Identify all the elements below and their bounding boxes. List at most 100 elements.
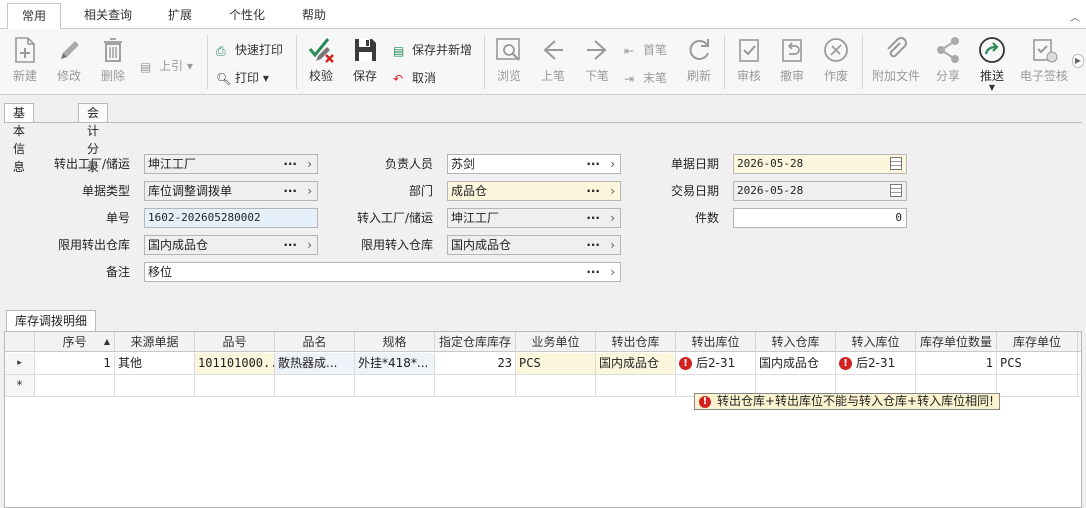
cell-source[interactable]: 其他 [115,353,195,374]
owner-field[interactable]: 苏剑 ··· › [447,154,621,174]
prev-ref-button[interactable]: ▤ 上引 ▾ [140,55,193,77]
void-button[interactable]: 作废 [817,29,855,95]
out-factory-label: 转出工厂/储运 [53,157,130,171]
chevron-right-icon[interactable]: › [610,236,615,254]
col-header-item-name[interactable]: 品名 [275,332,355,352]
cell-biz-unit[interactable]: PCS [516,353,596,374]
ribbon-scroll-right-icon[interactable]: ▶ [1072,54,1084,68]
col-header-spec[interactable]: 规格 [355,332,435,352]
tab-basic-info[interactable]: 基本信息 [4,103,35,174]
refresh-button[interactable]: 刷新 [680,29,718,95]
piece-count-field[interactable]: 0 [733,208,907,228]
attach-file-button[interactable]: 附加文件 [868,29,924,95]
new-cell[interactable] [115,375,195,396]
tab-extend[interactable]: 扩展 [155,3,205,29]
next-record-button[interactable]: 下笔 [578,29,616,95]
cell-item-no[interactable]: 101101000... [195,353,275,374]
limit-out-warehouse-field[interactable]: 国内成品仓 ··· › [144,235,318,255]
doc-date-field[interactable]: 2026-05-28 [733,154,907,174]
check-button[interactable]: 校验 [301,29,341,95]
first-record-button[interactable]: ⇤ 首笔 [624,39,667,61]
cancel-button[interactable]: ↶ 取消 [393,67,436,89]
e-sign-button[interactable]: 电子签核 [1016,29,1072,95]
more-icon[interactable]: ··· [586,236,600,254]
col-header-stock[interactable]: 指定仓库库存 [435,332,516,352]
chevron-right-icon[interactable]: › [610,263,615,281]
more-icon[interactable]: ··· [586,209,600,227]
browse-button[interactable]: 浏览 [490,29,528,95]
col-header-in-warehouse[interactable]: 转入仓库 [756,332,836,352]
cell-stock-unit[interactable]: PCS [997,353,1078,374]
calendar-icon[interactable] [890,184,902,197]
in-factory-field[interactable]: 坤江工厂 ··· › [447,208,621,228]
col-header-biz-unit[interactable]: 业务单位 [516,332,596,352]
table-row[interactable]: ▸ 1 其他 101101000... 散热器成... 外挂*418*... 2… [5,353,1081,375]
calendar-icon[interactable] [890,157,902,170]
chevron-right-icon[interactable]: › [610,182,615,200]
cell-in-location[interactable]: ! 后2-31 [836,353,916,374]
remark-field[interactable]: 移位 ··· › [144,262,621,282]
approve-button[interactable]: 审核 [730,29,768,95]
cell-stock[interactable]: 23 [435,353,516,374]
more-icon[interactable]: ··· [586,182,600,200]
cell-item-name[interactable]: 散热器成... [275,353,355,374]
edit-button[interactable]: 修改 [50,29,88,95]
chevron-right-icon[interactable]: › [610,209,615,227]
new-button[interactable]: 新建 [6,29,44,95]
tab-transfer-detail[interactable]: 库存调拨明细 [6,310,97,332]
col-header-item-no[interactable]: 品号 [195,332,275,352]
chevron-right-icon[interactable]: › [610,155,615,173]
collapse-ribbon-icon[interactable]: ︿ [1070,9,1080,24]
new-cell[interactable] [35,375,115,396]
prev-record-button[interactable]: 上笔 [534,29,572,95]
trade-date-field[interactable]: 2026-05-28 [733,181,907,201]
more-icon[interactable]: ··· [586,155,600,173]
push-button[interactable]: 推送 ▼ [973,29,1011,95]
out-factory-field[interactable]: 坤江工厂 ··· › [144,154,318,174]
col-header-seq[interactable]: 序号 ▲ [35,332,115,352]
limit-in-warehouse-field[interactable]: 国内成品仓 ··· › [447,235,621,255]
tab-related-query[interactable]: 相关查询 [72,3,144,29]
col-header-stock-qty[interactable]: 库存单位数量 [916,332,997,352]
save-button[interactable]: 保存 [346,29,384,95]
col-header-stock-unit[interactable]: 库存单位 [997,332,1078,352]
cell-seq[interactable]: 1 [35,353,115,374]
doc-type-field[interactable]: 库位调整调拨单 ··· › [144,181,318,201]
col-header-in-location[interactable]: 转入库位 [836,332,916,352]
new-cell[interactable] [355,375,435,396]
tab-personalize[interactable]: 个性化 [216,3,278,29]
tab-common[interactable]: 常用 [7,3,61,30]
new-cell[interactable] [596,375,676,396]
delete-button[interactable]: 删除 [94,29,132,95]
chevron-right-icon[interactable]: › [307,155,312,173]
more-icon[interactable]: ··· [283,155,297,173]
new-cell[interactable] [275,375,355,396]
chevron-right-icon[interactable]: › [307,182,312,200]
save-and-new-button[interactable]: ▤ 保存并新增 [393,39,472,61]
new-cell[interactable] [195,375,275,396]
cell-spec[interactable]: 外挂*418*... [355,353,435,374]
share-button[interactable]: 分享 [929,29,967,95]
col-header-out-warehouse[interactable]: 转出仓库 [596,332,676,352]
quick-print-button[interactable]: ⎙ 快速打印 [216,39,283,61]
cell-out-warehouse[interactable]: 国内成品仓 [596,353,676,374]
department-field[interactable]: 成品仓 ··· › [447,181,621,201]
cell-stock-qty[interactable]: 1 [916,353,997,374]
more-icon[interactable]: ··· [283,236,297,254]
doc-no-field[interactable]: 1602-202605280002 [144,208,318,228]
tab-accounting-entry[interactable]: 会计分录 [78,103,109,174]
col-header-out-location[interactable]: 转出库位 [676,332,756,352]
last-record-button[interactable]: ⇥ 末笔 [624,67,667,89]
cell-in-warehouse[interactable]: 国内成品仓 [756,353,836,374]
print-button[interactable]: 🔍︎ 打印 ▾ [216,67,269,89]
unapprove-button[interactable]: 撤审 [773,29,811,95]
col-header-source[interactable]: 来源单据 [115,332,195,352]
chevron-right-icon[interactable]: › [307,236,312,254]
more-icon[interactable]: ··· [283,182,297,200]
tab-help[interactable]: 帮助 [289,3,339,29]
new-cell[interactable] [997,375,1078,396]
new-cell[interactable] [435,375,516,396]
more-icon[interactable]: ··· [586,263,600,281]
cell-out-location[interactable]: ! 后2-31 [676,353,756,374]
new-cell[interactable] [516,375,596,396]
